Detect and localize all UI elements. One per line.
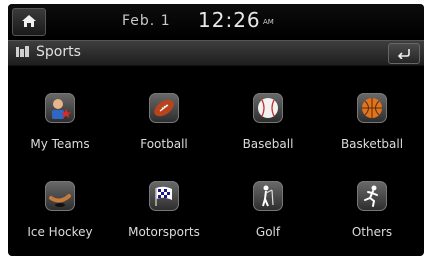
my-teams-icon: [45, 93, 75, 123]
date-text: Feb. 1: [122, 13, 171, 29]
tile-label: Motorsports: [128, 225, 200, 239]
home-button[interactable]: [12, 8, 46, 36]
tile-label: Golf: [255, 225, 281, 239]
motorsports-icon: [149, 181, 179, 211]
time-text: 12:26: [198, 8, 261, 32]
page-title: Sports: [36, 44, 81, 60]
tile-label: Baseball: [242, 137, 294, 151]
football-icon: [149, 93, 179, 123]
tile-football[interactable]: Football: [112, 82, 216, 162]
baseball-icon: [253, 93, 283, 123]
back-arrow-icon: [397, 49, 410, 59]
tile-label: Others: [351, 225, 393, 239]
tile-label: Football: [140, 137, 188, 151]
ice-hockey-icon: [45, 181, 75, 211]
basketball-icon: [357, 93, 387, 123]
tile-label: My Teams: [30, 137, 90, 151]
golf-icon: [253, 181, 283, 211]
tile-label: Basketball: [340, 137, 404, 151]
tile-label: Ice Hockey: [27, 225, 93, 239]
home-icon: [22, 15, 36, 27]
back-button[interactable]: [388, 43, 420, 64]
tile-golf[interactable]: Golf: [216, 170, 320, 250]
tile-basketball[interactable]: Basketball: [320, 82, 424, 162]
tile-motorsports[interactable]: Motorsports: [112, 170, 216, 250]
sports-menu-icon: [16, 46, 29, 57]
title-bar: Sports: [8, 40, 424, 66]
ampm-text: AM: [263, 18, 274, 26]
tile-ice-hockey[interactable]: Ice Hockey: [8, 170, 112, 250]
tile-baseball[interactable]: Baseball: [216, 82, 320, 162]
status-bar: Feb. 1 12:26 AM: [8, 4, 424, 38]
sports-grid: My Teams Football Baseball Basketball Ic…: [8, 82, 424, 252]
tile-others[interactable]: Others: [320, 170, 424, 250]
others-icon: [357, 181, 387, 211]
tile-my-teams[interactable]: My Teams: [8, 82, 112, 162]
screen: Feb. 1 12:26 AM Sports My Teams Football…: [8, 4, 424, 256]
